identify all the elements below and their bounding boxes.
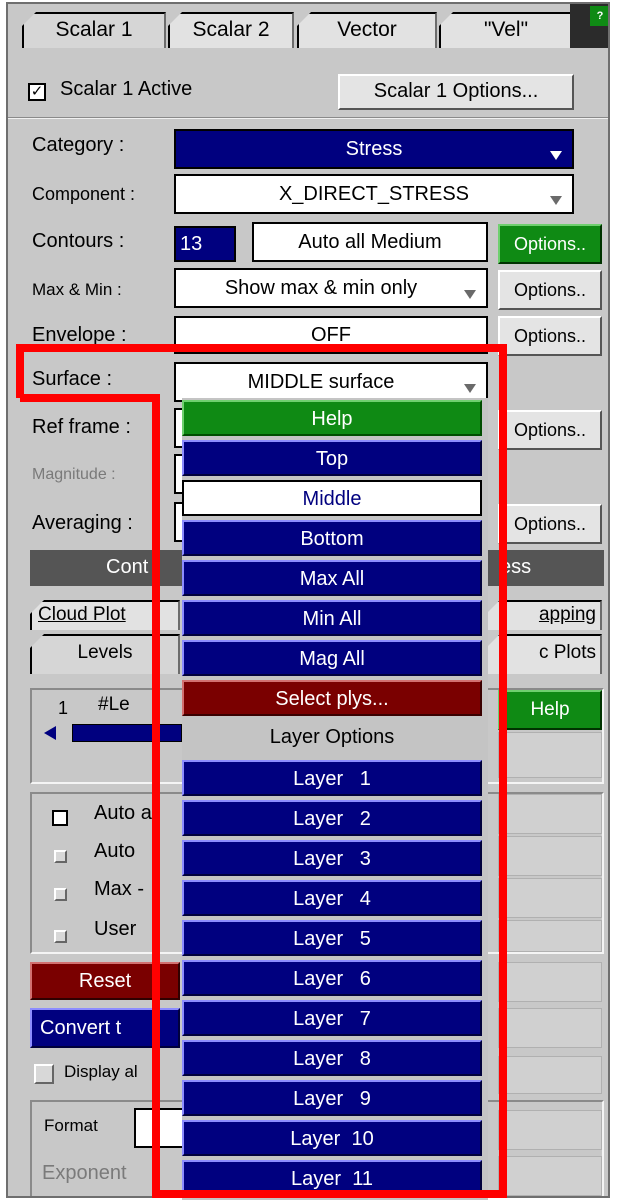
convert-button[interactable]: Convert t: [30, 1008, 180, 1048]
magnitude-label: Magnitude :: [32, 466, 116, 483]
mode-empty-cell-1: [498, 794, 602, 834]
component-label: Component :: [32, 184, 136, 204]
envelope-options-button[interactable]: Options..: [498, 316, 602, 356]
dropdown-item[interactable]: Layer 2: [182, 800, 482, 836]
user-radio[interactable]: [54, 930, 67, 943]
max-radio[interactable]: [54, 888, 67, 901]
surface-dropdown-menu: Help Top Middle Bottom Max All Min All Mag All…: [182, 398, 488, 1200]
contours-label: Contours :: [32, 230, 125, 252]
dropdown-item[interactable]: Layer 6: [182, 960, 482, 996]
contours-options-button[interactable]: Options..: [498, 224, 602, 264]
max-label: Max -: [94, 878, 144, 900]
mode-empty-cell-4: [498, 920, 602, 952]
contours-count-input[interactable]: 13: [174, 226, 236, 262]
max-min-options-button[interactable]: Options..: [498, 270, 602, 310]
scalar-options-button[interactable]: Scalar 1 Options...: [338, 74, 574, 110]
surface-select[interactable]: MIDDLE surface: [174, 362, 488, 402]
display-empty-cell: [498, 1056, 602, 1094]
dropdown-item[interactable]: Max All: [182, 560, 482, 596]
tab-scalar-2[interactable]: Scalar 2: [168, 12, 294, 48]
help-question-icon[interactable]: ?: [590, 6, 608, 26]
dropdown-item[interactable]: Middle: [182, 480, 482, 516]
tab-mapping[interactable]: apping: [486, 600, 602, 630]
max-min-select[interactable]: Show max & min only: [174, 268, 488, 308]
surface-value: MIDDLE surface: [247, 371, 395, 393]
levels-empty-cell: [498, 732, 602, 778]
display-all-label: Display al: [64, 1062, 138, 1081]
envelope-label: Envelope :: [32, 324, 127, 346]
convert-empty-cell: [498, 1008, 602, 1048]
ref-frame-options-button[interactable]: Options..: [498, 410, 602, 450]
dropdown-section-label: Layer Options: [182, 720, 482, 756]
contour-bar-right-text: ess: [500, 556, 532, 578]
reset-button[interactable]: Reset: [30, 962, 180, 1000]
auto-all-checkbox[interactable]: [52, 810, 68, 826]
slider-left-arrow-icon[interactable]: [44, 726, 56, 740]
divider: [8, 117, 608, 119]
format-empty-cell: [498, 1110, 602, 1150]
max-min-value: Show max & min only: [224, 277, 418, 299]
dropdown-item[interactable]: Layer 10: [182, 1120, 482, 1156]
component-value: X_DIRECT_STRESS: [278, 183, 470, 205]
dropdown-item[interactable]: Min All: [182, 600, 482, 636]
tab-levels[interactable]: Levels: [30, 634, 180, 674]
levels-hash-label: #Le: [98, 694, 130, 715]
format-select[interactable]: [134, 1108, 188, 1148]
auto-label: Auto: [94, 840, 136, 862]
tab-vel[interactable]: "Vel": [439, 12, 573, 48]
envelope-field[interactable]: OFF: [174, 316, 488, 354]
ref-frame-label: Ref frame :: [32, 416, 131, 438]
dropdown-item[interactable]: Layer 11: [182, 1160, 482, 1196]
chevron-down-icon: [550, 196, 562, 205]
category-select[interactable]: Stress: [174, 129, 574, 169]
display-all-checkbox[interactable]: [34, 1064, 54, 1084]
auto-radio[interactable]: [54, 850, 67, 863]
dropdown-item[interactable]: Layer 7: [182, 1000, 482, 1036]
contours-mode-field[interactable]: Auto all Medium: [252, 222, 488, 262]
chevron-down-icon: [550, 151, 562, 160]
dropdown-item[interactable]: Select plys...: [182, 680, 482, 716]
dropdown-item[interactable]: Help: [182, 400, 482, 436]
tab-cloud-plot[interactable]: Cloud Plot: [30, 600, 180, 630]
contour-bar-left-text: Cont: [106, 556, 149, 578]
dropdown-item[interactable]: Layer 3: [182, 840, 482, 876]
user-label: User: [94, 918, 137, 940]
dropdown-item[interactable]: Layer 1: [182, 760, 482, 796]
auto-all-label: Auto a: [94, 802, 152, 824]
dropdown-item[interactable]: Layer 5: [182, 920, 482, 956]
chevron-down-icon: [464, 290, 476, 299]
component-select[interactable]: X_DIRECT_STRESS: [174, 174, 574, 214]
reset-empty-cell: [498, 962, 602, 1002]
dropdown-item[interactable]: Layer 4: [182, 880, 482, 916]
dropdown-item[interactable]: Layer 8: [182, 1040, 482, 1076]
exponent-empty-cell: [498, 1156, 602, 1196]
max-min-label: Max & Min :: [32, 280, 122, 299]
tab-strip: Scalar 1 Scalar 2 Vector "Vel" ?: [8, 4, 608, 50]
chevron-down-icon: [464, 384, 476, 393]
dropdown-item[interactable]: Top: [182, 440, 482, 476]
format-label: Format: [44, 1116, 98, 1135]
levels-slider-track[interactable]: [72, 724, 182, 742]
mode-empty-cell-2: [498, 836, 602, 876]
tab-vector[interactable]: Vector: [297, 12, 437, 48]
dropdown-item[interactable]: Layer 9: [182, 1080, 482, 1116]
tab-plots[interactable]: c Plots: [486, 634, 602, 674]
mode-empty-cell-3: [498, 878, 602, 918]
dropdown-item[interactable]: Mag All: [182, 640, 482, 676]
levels-number: 1: [58, 698, 69, 718]
scalar-active-checkbox[interactable]: ✓: [28, 83, 46, 101]
averaging-options-button[interactable]: Options..: [498, 504, 602, 544]
surface-label: Surface :: [32, 368, 113, 390]
category-value: Stress: [345, 138, 403, 160]
levels-help-button[interactable]: Help: [498, 690, 602, 730]
category-label: Category :: [32, 134, 125, 156]
tab-scalar-1[interactable]: Scalar 1: [22, 12, 166, 48]
exponent-label: Exponent: [42, 1162, 127, 1184]
dropdown-item[interactable]: Bottom: [182, 520, 482, 556]
averaging-label: Averaging :: [32, 512, 133, 534]
scalar-active-label: Scalar 1 Active: [60, 78, 193, 100]
